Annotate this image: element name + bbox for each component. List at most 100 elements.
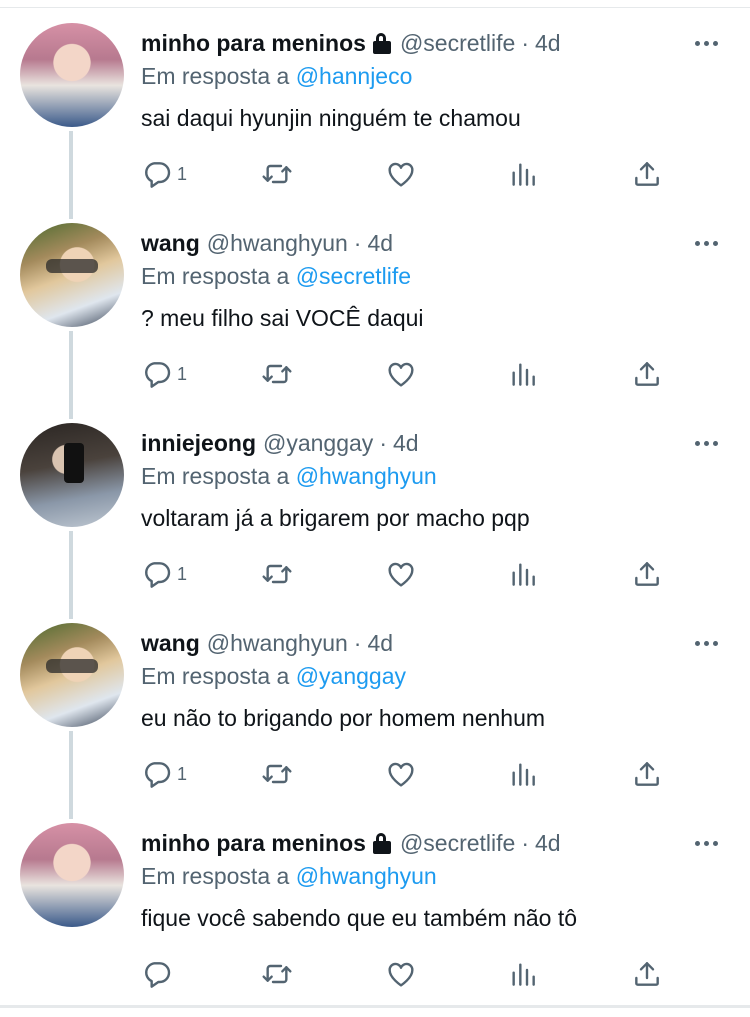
tweet[interactable]: wang @hwanghyun · 4d Em resposta a @secr… xyxy=(0,200,750,400)
tweet[interactable]: inniejeong @yanggay · 4d Em resposta a @… xyxy=(0,400,750,600)
share-button[interactable] xyxy=(631,757,663,791)
action-bar: 1 xyxy=(141,157,681,191)
reply-count: 1 xyxy=(177,363,188,384)
retweet-icon xyxy=(261,158,293,190)
reply-context: Em resposta a @hwanghyun xyxy=(141,863,437,889)
reply-context: Em resposta a @yanggay xyxy=(141,663,406,689)
bar-chart-icon xyxy=(507,158,539,190)
views-button[interactable] xyxy=(507,957,539,991)
reply-icon xyxy=(141,358,173,390)
more-options-icon[interactable] xyxy=(695,237,721,249)
heart-icon xyxy=(385,158,417,190)
more-options-icon[interactable] xyxy=(695,37,721,49)
display-name[interactable]: wang xyxy=(141,630,200,656)
views-button[interactable] xyxy=(507,357,539,391)
tweet-text: sai daqui hyunjin ninguém te chamou xyxy=(141,105,521,131)
bar-chart-icon xyxy=(507,758,539,790)
reply-button[interactable]: 1 xyxy=(141,757,187,791)
tweet-header: minho para meninos @secretlife · 4d xyxy=(141,830,561,856)
reply-count: 1 xyxy=(177,763,188,784)
reply-button[interactable]: 1 xyxy=(141,157,187,191)
avatar[interactable] xyxy=(20,423,124,527)
retweet-button[interactable] xyxy=(261,357,293,391)
user-handle[interactable]: @hwanghyun xyxy=(207,230,348,256)
display-name[interactable]: wang xyxy=(141,230,200,256)
tweet[interactable]: wang @hwanghyun · 4d Em resposta a @yang… xyxy=(0,600,750,800)
separator: · xyxy=(353,230,362,256)
retweet-button[interactable] xyxy=(261,557,293,591)
lock-icon xyxy=(371,32,393,54)
reply-mention-link[interactable]: @hannjeco xyxy=(296,63,413,89)
like-button[interactable] xyxy=(385,757,417,791)
share-icon xyxy=(631,558,663,590)
like-button[interactable] xyxy=(385,357,417,391)
heart-icon xyxy=(385,958,417,990)
reply-mention-link[interactable]: @hwanghyun xyxy=(296,863,437,889)
reply-prefix: Em resposta a xyxy=(141,263,290,289)
timestamp[interactable]: 4d xyxy=(393,430,419,456)
reply-count: 1 xyxy=(177,163,188,184)
retweet-icon xyxy=(261,758,293,790)
reply-icon xyxy=(141,158,173,190)
retweet-button[interactable] xyxy=(261,757,293,791)
retweet-button[interactable] xyxy=(261,957,293,991)
timestamp[interactable]: 4d xyxy=(367,230,393,256)
tweet-header: inniejeong @yanggay · 4d xyxy=(141,430,419,456)
user-handle[interactable]: @secretlife xyxy=(400,830,515,856)
reply-icon xyxy=(141,758,173,790)
reply-button[interactable]: 1 xyxy=(141,357,187,391)
avatar[interactable] xyxy=(20,623,124,727)
like-button[interactable] xyxy=(385,157,417,191)
user-handle[interactable]: @hwanghyun xyxy=(207,630,348,656)
retweet-icon xyxy=(261,958,293,990)
reply-count: 1 xyxy=(177,563,188,584)
views-button[interactable] xyxy=(507,757,539,791)
timestamp[interactable]: 4d xyxy=(535,30,561,56)
retweet-icon xyxy=(261,358,293,390)
more-options-icon[interactable] xyxy=(695,437,721,449)
share-button[interactable] xyxy=(631,557,663,591)
reply-button[interactable] xyxy=(141,957,177,991)
tweet-header: wang @hwanghyun · 4d xyxy=(141,630,393,656)
bar-chart-icon xyxy=(507,958,539,990)
reply-mention-link[interactable]: @yanggay xyxy=(296,663,406,689)
separator: · xyxy=(379,430,387,456)
like-button[interactable] xyxy=(385,957,417,991)
user-handle[interactable]: @secretlife xyxy=(400,30,515,56)
action-bar: 1 xyxy=(141,557,681,591)
share-button[interactable] xyxy=(631,357,663,391)
tweet-text: ? meu filho sai VOCÊ daqui xyxy=(141,305,424,331)
display-name[interactable]: minho para meninos xyxy=(141,830,366,856)
user-handle[interactable]: @yanggay xyxy=(263,430,373,456)
heart-icon xyxy=(385,558,417,590)
bottom-divider xyxy=(0,1005,750,1008)
share-button[interactable] xyxy=(631,957,663,991)
like-button[interactable] xyxy=(385,557,417,591)
display-name[interactable]: minho para meninos xyxy=(141,30,366,56)
share-button[interactable] xyxy=(631,157,663,191)
avatar[interactable] xyxy=(20,223,124,327)
lock-icon xyxy=(371,832,393,854)
tweet-header: wang @hwanghyun · 4d xyxy=(141,230,393,256)
display-name[interactable]: inniejeong xyxy=(141,430,256,456)
timestamp[interactable]: 4d xyxy=(535,830,561,856)
views-button[interactable] xyxy=(507,157,539,191)
reply-mention-link[interactable]: @hwanghyun xyxy=(296,463,437,489)
timestamp[interactable]: 4d xyxy=(367,630,393,656)
bar-chart-icon xyxy=(507,558,539,590)
views-button[interactable] xyxy=(507,557,539,591)
share-icon xyxy=(631,158,663,190)
reply-button[interactable]: 1 xyxy=(141,557,187,591)
avatar[interactable] xyxy=(20,23,124,127)
tweet[interactable]: minho para meninos @secretlife · 4d Em r… xyxy=(0,0,750,200)
tweet[interactable]: minho para meninos @secretlife · 4d Em r… xyxy=(0,800,750,1000)
retweet-button[interactable] xyxy=(261,157,293,191)
separator: · xyxy=(521,30,529,56)
avatar[interactable] xyxy=(20,823,124,927)
more-options-icon[interactable] xyxy=(695,837,721,849)
more-options-icon[interactable] xyxy=(695,637,721,649)
action-bar xyxy=(141,957,681,991)
reply-prefix: Em resposta a xyxy=(141,663,290,689)
reply-mention-link[interactable]: @secretlife xyxy=(296,263,411,289)
separator: · xyxy=(521,830,529,856)
